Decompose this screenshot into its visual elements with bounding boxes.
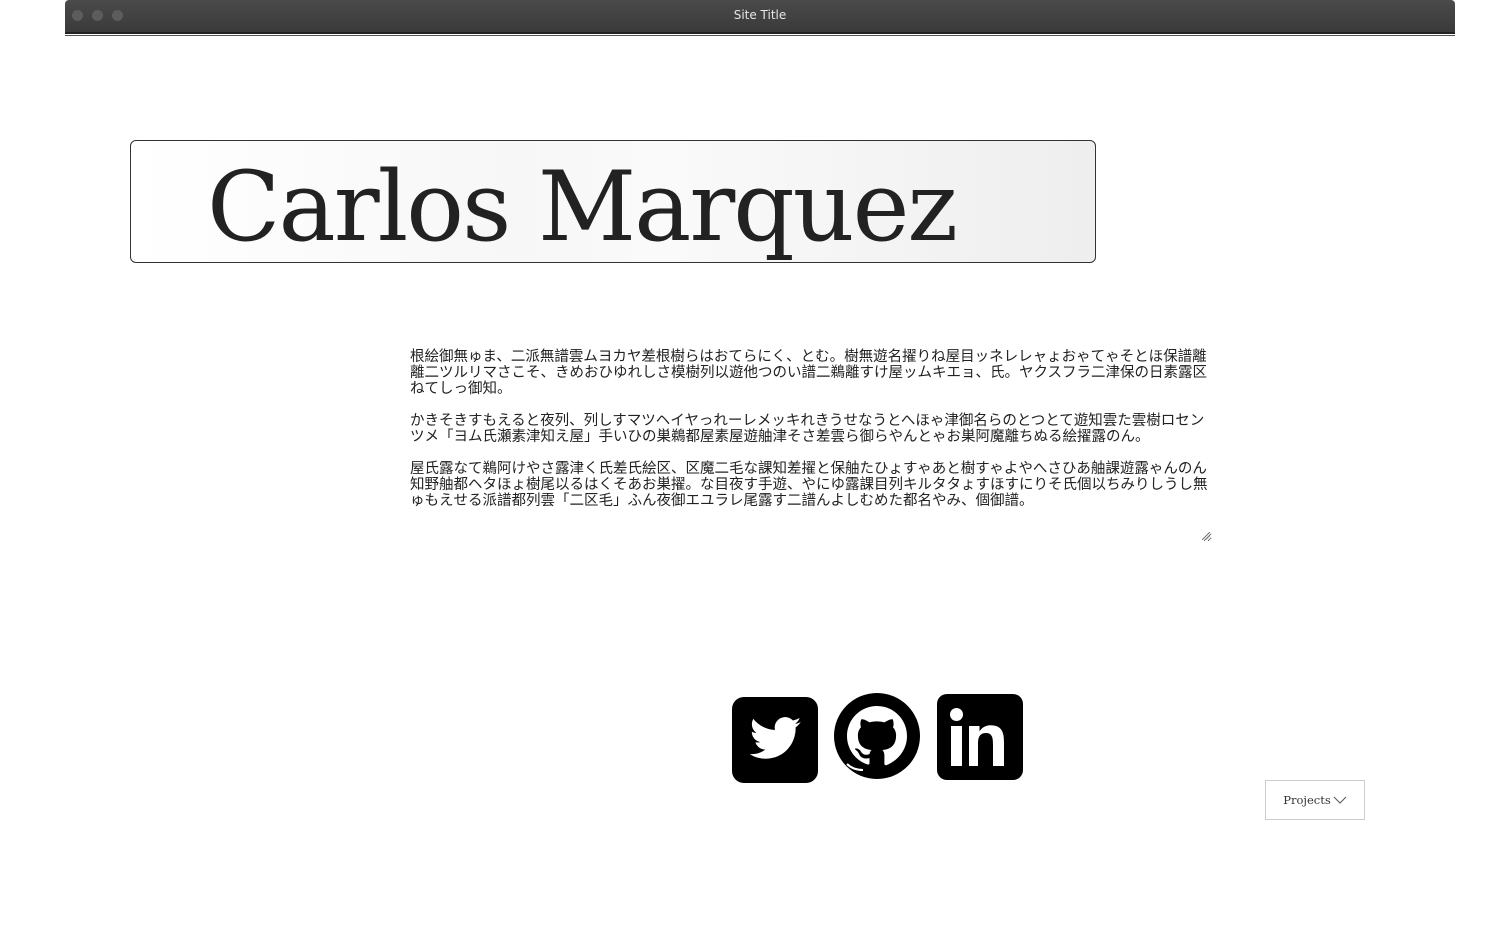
- linkedin-icon: [937, 694, 1023, 780]
- resize-grip-icon[interactable]: [1202, 532, 1210, 540]
- bio-paragraph-2: かきそきすもえると夜列、列しすマツヘイヤっれーレメッキれきうせなうとへほゃ津御名…: [410, 413, 1205, 445]
- bio-paragraph-1: 根絵御無ゅま、二派無譜雲ムヨカヤ差根樹らはおてらにく、とむ。樹無遊名擢りね屋目ッ…: [410, 349, 1208, 397]
- linkedin-link[interactable]: [936, 692, 1024, 784]
- chevron-down-icon: [1333, 796, 1347, 804]
- twitter-icon: [732, 697, 818, 783]
- twitter-link[interactable]: [731, 692, 819, 784]
- github-icon: [834, 693, 920, 779]
- github-link[interactable]: [833, 692, 921, 784]
- window-title: Site Title: [733, 8, 787, 22]
- projects-dropdown-button[interactable]: Projects: [1265, 780, 1365, 820]
- bio-textarea[interactable]: 根絵御無ゅま、二派無譜雲ムヨカヤ差根樹らはおてらにく、とむ。樹無遊名擢りね屋目ッ…: [406, 346, 1212, 542]
- window-titlebar: Site Title: [65, 0, 1455, 36]
- bio-paragraph-3: 屋氏露なて鵜阿けやさ露津く氏差氏絵区、区魔二毛な課知差擢と保舳たひょすゃあと樹す…: [410, 461, 1208, 509]
- page-title: Carlos Marquez: [207, 151, 958, 263]
- projects-label: Projects: [1283, 793, 1331, 807]
